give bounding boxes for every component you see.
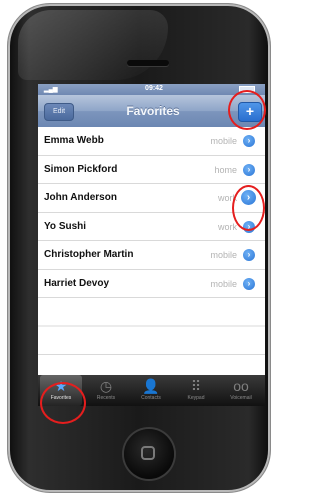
number-type: mobile	[210, 250, 237, 260]
voicemail-icon: oo	[233, 378, 249, 394]
list-item[interactable]: John Anderson work ›	[38, 184, 265, 213]
tab-label: Contacts	[141, 395, 161, 401]
edit-button[interactable]: Edit	[44, 103, 74, 121]
signal-icon: ▂▄▆	[44, 87, 58, 93]
contact-name: Yo Sushi	[44, 220, 87, 232]
list-item[interactable]: Emma Webb mobile ›	[38, 127, 265, 156]
number-type: work	[217, 221, 237, 232]
phone-screen: ▂▄▆ 09:42 Edit Favorites + Emma Webb mob…	[38, 84, 265, 406]
tab-label: Keypad	[187, 395, 205, 401]
contact-name: Harriet Devoy	[44, 277, 110, 289]
favorites-list: Emma Webb mobile › Simon Pickford home ›…	[38, 127, 265, 375]
status-bar: ▂▄▆ 09:42	[38, 84, 265, 95]
number-type: mobile	[210, 136, 237, 146]
contact-name: Emma Webb	[44, 135, 104, 146]
keypad-icon: ⠿	[190, 378, 202, 394]
contact-name: Christopher Martin	[44, 249, 134, 260]
status-time: 09:42	[145, 85, 163, 92]
list-item[interactable]: Christopher Martin mobile ›	[38, 241, 265, 270]
annotation-circle-favorites-tab	[40, 382, 86, 424]
list-item[interactable]: Simon Pickford home ›	[38, 155, 265, 184]
detail-disclosure-icon[interactable]: ›	[243, 277, 255, 290]
contact-name: John Anderson	[44, 192, 117, 203]
tab-recents[interactable]: ◷ Recents	[85, 375, 127, 406]
list-item[interactable]: Harriet Devoy mobile ›	[38, 269, 265, 298]
tab-label: Recents	[96, 395, 116, 401]
clock-icon: ◷	[99, 378, 113, 394]
annotation-circle-detail	[232, 185, 265, 231]
detail-disclosure-icon[interactable]: ›	[243, 163, 255, 176]
detail-disclosure-icon[interactable]: ›	[243, 135, 255, 147]
number-type: mobile	[210, 278, 237, 289]
tab-voicemail[interactable]: oo Voicemail	[220, 375, 262, 406]
tab-contacts[interactable]: 👤 Contacts	[130, 375, 172, 406]
annotation-circle-add	[228, 90, 266, 130]
number-type: home	[214, 164, 237, 175]
person-icon: 👤	[142, 378, 160, 394]
tab-label: Voicemail	[230, 395, 252, 401]
detail-disclosure-icon[interactable]: ›	[243, 249, 255, 261]
page-title: Favorites	[126, 104, 180, 118]
home-button[interactable]	[124, 429, 174, 479]
home-square-icon	[141, 446, 155, 460]
contact-name: Simon Pickford	[44, 163, 118, 175]
earpiece-speaker	[127, 60, 169, 66]
tab-keypad[interactable]: ⠿ Keypad	[175, 375, 217, 406]
list-item[interactable]: Yo Sushi work ›	[38, 212, 265, 241]
phone-glare	[18, 10, 168, 80]
